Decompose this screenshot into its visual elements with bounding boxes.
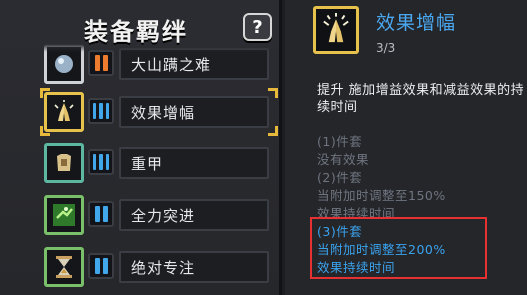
hourglass-icon — [44, 247, 84, 287]
bond-level-bars — [88, 98, 114, 124]
help-button[interactable]: ? — [243, 13, 272, 41]
selection-corner — [268, 126, 278, 136]
praying-hands-icon — [313, 6, 359, 54]
tier-3-label: (3)件套 — [317, 224, 363, 239]
bond-name: 绝对专注 — [119, 251, 269, 283]
bond-name: 全力突进 — [119, 199, 269, 231]
praying-hands-icon — [44, 92, 84, 132]
bond-list-panel: 大山蹒之难 效果增幅 重甲 全力突进 绝对专注 装备羁绊 ? — [0, 0, 282, 295]
bond-row-4[interactable]: 绝对专注 — [40, 243, 269, 291]
detail-description: 提升 施加增益效果和减益效果的持续时间 — [317, 83, 525, 115]
tier-2-label: (2)件套 — [317, 170, 363, 185]
tier-1-label: (1)件套 — [317, 134, 363, 149]
bond-row-1-selected[interactable]: 效果增幅 — [40, 88, 278, 136]
bond-name: 大山蹒之难 — [119, 48, 269, 80]
bond-name: 重甲 — [119, 147, 269, 179]
bond-row-2[interactable]: 重甲 — [40, 139, 269, 187]
tier-3-text: 当附加时调整至200% — [317, 242, 446, 257]
heavy-armor-icon — [44, 143, 84, 183]
tier-3-text-2: 效果持续时间 — [317, 260, 396, 275]
bond-row-3[interactable]: 全力突进 — [40, 191, 269, 239]
tier-1-text: 没有效果 — [317, 152, 370, 167]
detail-title: 效果增幅 — [376, 12, 457, 34]
bond-level-bars — [88, 201, 114, 227]
selection-corner — [268, 88, 278, 98]
bond-name: 效果增幅 — [119, 96, 269, 128]
bond-level-bars — [88, 50, 114, 76]
bond-detail-panel: 效果增幅 3/3 提升 施加增益效果和减益效果的持续时间 (1)件套 没有效果 … — [285, 0, 527, 295]
panel-title: 装备羁绊 — [84, 18, 188, 46]
dash-icon — [44, 195, 84, 235]
bond-level-bars — [88, 149, 114, 175]
detail-count: 3/3 — [376, 41, 396, 55]
tier-2-text: 当附加时调整至150% — [317, 188, 446, 203]
bond-level-bars — [88, 253, 114, 279]
